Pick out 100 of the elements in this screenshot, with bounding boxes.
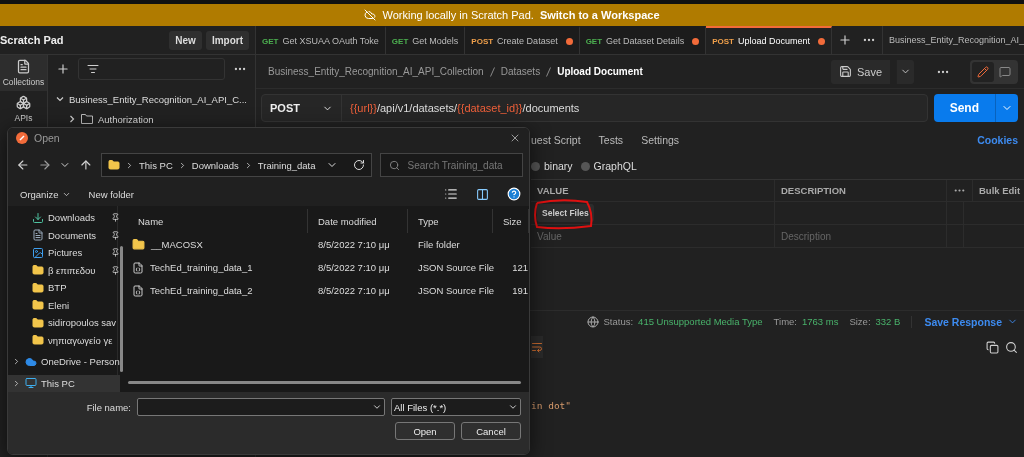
help-icon[interactable] <box>507 187 521 201</box>
folder-icon <box>132 238 145 251</box>
edit-button[interactable] <box>972 61 994 82</box>
file-icon <box>132 261 144 274</box>
document-icon <box>32 229 44 242</box>
tree-item[interactable]: Business_Entity_Recognition_AI_API_C... <box>56 90 247 108</box>
chevron-right-icon[interactable] <box>12 357 21 367</box>
request-tab[interactable]: POST Upload Document <box>706 26 832 54</box>
breadcrumb-item[interactable]: Business_Entity_Recognition_AI_API_Collection <box>268 66 484 77</box>
method-label: GET <box>391 36 409 46</box>
bulk-edit-link[interactable]: Bulk Edit <box>973 180 1024 201</box>
switch-workspace-link[interactable]: Switch to a Workspace <box>539 9 660 21</box>
nav-item[interactable]: sidiropoulos sav <box>8 314 120 332</box>
breadcrumb-item[interactable]: Datasets <box>500 66 541 77</box>
search-icon[interactable] <box>1005 340 1018 354</box>
status-label: Status: <box>603 316 634 327</box>
status-value: 415 Unsupported Media Type <box>638 316 763 327</box>
select-files-button[interactable]: Select Files <box>537 204 594 222</box>
folder-icon <box>32 299 44 312</box>
back-icon[interactable] <box>16 158 30 172</box>
save-button[interactable]: Save <box>830 59 890 84</box>
nav-item[interactable]: This PC <box>8 374 120 392</box>
up-icon[interactable] <box>79 158 93 172</box>
refresh-icon[interactable] <box>352 159 365 171</box>
nav-item[interactable]: νηπιαγωγείο γε <box>8 331 120 349</box>
copy-icon[interactable] <box>986 340 999 354</box>
environment-select[interactable]: Business_Entity_Recognition_AI_ <box>882 26 1024 54</box>
rail-item[interactable]: APIs <box>0 91 47 127</box>
new-tab-icon[interactable] <box>837 33 852 47</box>
dialog-button[interactable]: Cancel <box>461 422 521 440</box>
save-icon <box>838 65 852 78</box>
folder-icon <box>32 264 44 277</box>
request-tab[interactable]: POST Create Dataset <box>465 26 580 54</box>
pin-icon <box>110 213 120 223</box>
forward-icon[interactable] <box>37 158 52 172</box>
preview-pane-icon[interactable] <box>476 187 489 201</box>
path-segment[interactable]: Downloads <box>191 159 239 171</box>
new-folder-button[interactable]: New folder <box>88 188 134 200</box>
file-row[interactable]: TechEd_training_data_2 8/5/2022 7:10 μμ JSON Source File 191 <box>118 279 529 302</box>
dialog-button[interactable]: Open <box>395 422 455 440</box>
request-tab[interactable]: GET Get Models <box>385 26 466 54</box>
column-header[interactable]: Type <box>408 209 493 233</box>
path-segment[interactable]: This PC <box>138 159 173 171</box>
chevron-down-icon[interactable] <box>56 95 64 103</box>
folder-icon <box>32 334 44 347</box>
request-tab[interactable]: GET Get Dataset Details <box>579 26 707 54</box>
header-button[interactable]: New <box>169 30 202 50</box>
tab-label: Get Models <box>412 36 459 46</box>
tab-label: Upload Document <box>737 36 810 46</box>
column-header: DESCRIPTION <box>775 180 947 201</box>
column-header[interactable]: Name <box>128 209 308 233</box>
column-header[interactable]: Date modified <box>308 209 408 233</box>
column-header[interactable]: Size <box>493 209 529 233</box>
file-row[interactable]: TechEd_training_data_1 8/5/2022 7:10 μμ JSON Source File 121 <box>118 256 529 279</box>
tree-item[interactable]: Authorization <box>56 110 247 128</box>
nav-item[interactable]: β επιπεδου <box>8 261 120 279</box>
body-type-radio[interactable]: binary <box>531 160 573 172</box>
nav-item[interactable]: BTP <box>8 279 120 297</box>
app-logo-icon <box>16 132 28 144</box>
wrap-button[interactable] <box>531 336 543 358</box>
nav-item[interactable]: Pictures <box>8 244 120 262</box>
nav-item[interactable]: OneDrive - Person <box>8 353 120 371</box>
nav-item[interactable]: Eleni <box>8 296 120 314</box>
send-button[interactable]: Send <box>933 94 1018 122</box>
pin-icon <box>110 265 120 275</box>
breadcrumb-item: Upload Document <box>557 66 643 77</box>
close-icon[interactable] <box>509 132 521 144</box>
body-type-radio[interactable]: GraphQL <box>580 160 637 172</box>
monitor-icon <box>25 377 37 390</box>
folder-icon <box>32 316 44 329</box>
nav-item[interactable]: Downloads <box>8 209 120 227</box>
chevron-down-icon <box>372 402 382 412</box>
request-section-tab[interactable]: Tests <box>598 134 624 146</box>
file-type-select[interactable]: All Files (*.*) <box>391 398 521 416</box>
path-segment[interactable]: Training_data <box>257 159 316 171</box>
search-field[interactable]: Search Training_data <box>379 153 523 177</box>
search-icon <box>388 159 400 171</box>
request-section-tab[interactable]: uest Script <box>531 134 581 146</box>
request-tab[interactable]: GET Get XSUAA OAuth Toke <box>256 26 386 54</box>
method-label: GET <box>585 36 603 46</box>
save-response-link[interactable]: Save Response <box>911 315 1002 328</box>
nav-item[interactable]: Documents <box>8 226 120 244</box>
filter-field[interactable] <box>78 58 225 80</box>
dialog-title: Open <box>34 132 61 144</box>
rail-item[interactable]: Collections <box>0 55 47 91</box>
view-icon[interactable] <box>444 187 458 201</box>
unsaved-dot <box>817 37 825 45</box>
cookies-link[interactable]: Cookies <box>977 134 1018 146</box>
file-icon <box>132 284 144 297</box>
chevron-right-icon[interactable] <box>12 378 21 388</box>
header-button[interactable]: Import <box>205 30 249 50</box>
chevron-right-icon[interactable] <box>68 115 76 123</box>
request-section-tab[interactable]: Settings <box>641 134 680 146</box>
address-bar[interactable]: This PC Downloads Training_data <box>100 153 372 177</box>
file-name-field[interactable] <box>137 398 385 416</box>
add-icon[interactable] <box>56 62 70 76</box>
folder-icon <box>81 114 93 124</box>
organize-menu[interactable]: Organize <box>20 188 71 200</box>
file-row[interactable]: __MACOSX 8/5/2022 7:10 μμ File folder <box>118 233 529 256</box>
method-label: POST <box>712 36 734 46</box>
